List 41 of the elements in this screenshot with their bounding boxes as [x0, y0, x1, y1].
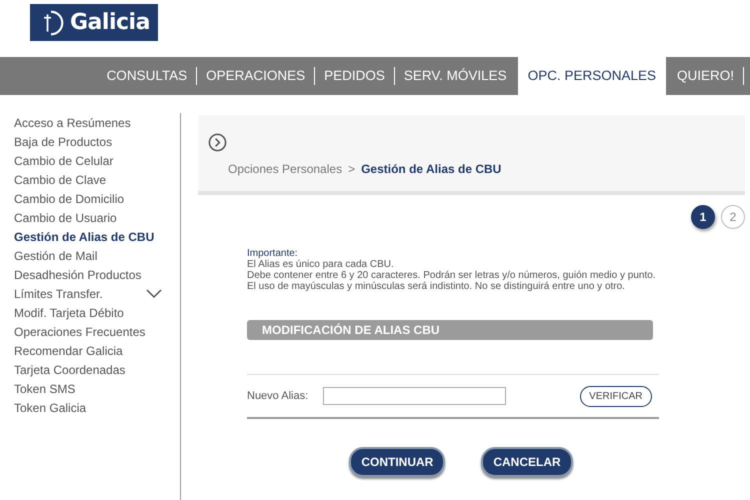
- sidebar-item[interactable]: Cambio de Usuario: [14, 210, 117, 224]
- sidebar-item[interactable]: Gestión de Alias de CBU: [14, 230, 154, 244]
- chevron-right-circle-icon[interactable]: [208, 133, 227, 152]
- notice-text: Debe contener entre 6 y 20 caracteres. Podrán ser letras y/o números, guión medio y punto.: [247, 270, 657, 281]
- sidebar-item[interactable]: Límites Transfer.: [14, 286, 103, 300]
- sidebar-item[interactable]: Operaciones Frecuentes: [14, 324, 146, 338]
- sidebar-item[interactable]: Cambio de Celular: [14, 154, 114, 168]
- step-indicator: 2: [721, 205, 745, 229]
- breadcrumb-current: Gestión de Alias de CBU: [361, 162, 502, 176]
- logo-text: Galicia: [70, 10, 150, 35]
- notice-text: El uso de mayúsculas y minúsculas será indistinto. No se distinguirá entre uno y otro.: [247, 281, 626, 292]
- sidebar-item[interactable]: Token Galicia: [14, 400, 86, 414]
- sidebar-item[interactable]: Cambio de Domicilio: [14, 192, 124, 206]
- sidebar-item[interactable]: Baja de Productos: [14, 134, 112, 148]
- breadcrumb-separator: >: [348, 162, 356, 176]
- nav-tab[interactable]: CONSULTAS: [98, 57, 196, 95]
- sidebar-item[interactable]: Cambio de Clave: [14, 172, 106, 186]
- nav-tab[interactable]: SERV. MÓVILES: [394, 57, 516, 95]
- notice-text: El Alias es único para cada CBU.: [247, 259, 395, 270]
- nav-tab[interactable]: PEDIDOS: [315, 57, 394, 95]
- sidebar-item[interactable]: Gestión de Mail: [14, 248, 98, 262]
- verify-button[interactable]: VERIFICAR: [580, 386, 652, 406]
- sidebar-item[interactable]: Tarjeta Coordenadas: [14, 362, 126, 376]
- action-button[interactable]: CANCELAR: [481, 447, 573, 477]
- field-label: Nuevo Alias:: [247, 390, 308, 402]
- sidebar-item[interactable]: Modif. Tarjeta Débito: [14, 306, 124, 320]
- section-header: MODIFICACIÓN DE ALIAS CBU: [247, 320, 653, 340]
- nav-tab[interactable]: OPERACIONES: [197, 57, 314, 95]
- chevron-down-icon[interactable]: [146, 288, 162, 298]
- sidebar-item[interactable]: Acceso a Resúmenes: [14, 116, 131, 130]
- sidebar-item[interactable]: Token SMS: [14, 382, 76, 396]
- breadcrumb-link[interactable]: Opciones Personales: [228, 162, 342, 176]
- sidebar-item[interactable]: Desadhesión Productos: [14, 268, 142, 282]
- step-indicator: 1: [691, 205, 715, 229]
- action-button[interactable]: CONTINUAR: [349, 447, 446, 477]
- notice-title: Importante:: [247, 248, 299, 259]
- logo[interactable]: Galicia: [30, 4, 158, 41]
- nav-tab[interactable]: OPC. PERSONALES: [518, 57, 666, 95]
- nav-tab[interactable]: QUIERO!: [668, 57, 743, 95]
- alias-input-field[interactable]: [323, 387, 506, 405]
- sidebar-item[interactable]: Recomendar Galicia: [14, 344, 123, 358]
